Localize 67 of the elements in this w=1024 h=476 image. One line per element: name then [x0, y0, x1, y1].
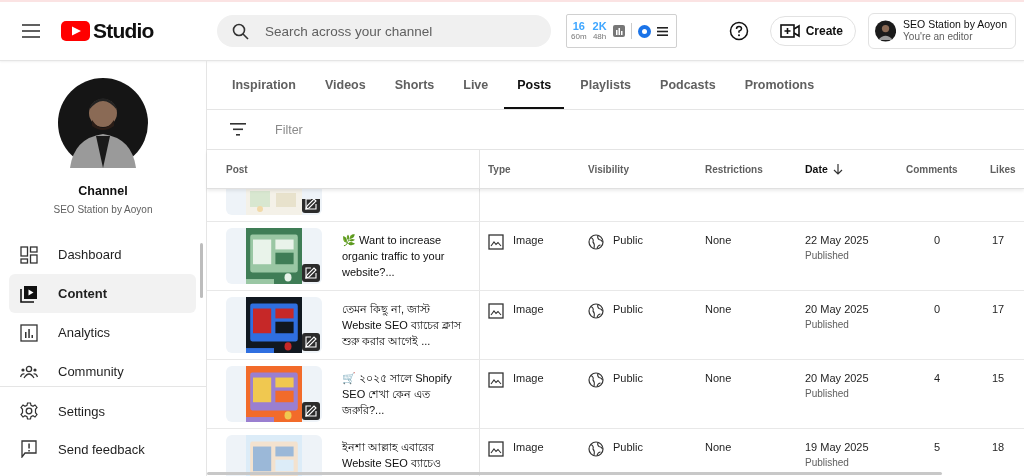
likes-count: 17 — [992, 303, 1005, 315]
status-text: Published — [805, 250, 849, 261]
tab[interactable]: Shorts — [381, 61, 448, 109]
search-field[interactable]: Search across your channel — [263, 22, 551, 40]
post-title[interactable]: তেমন কিছু না, জাস্ট Website SEO ব্যাচের ক্লাস শুরু করার আগেই ... — [342, 301, 468, 349]
account-card[interactable]: SEO Station by Aoyon You're an editor — [868, 13, 1016, 49]
restrictions-text: None — [705, 441, 732, 453]
nav-item[interactable]: Analytics — [9, 313, 196, 352]
status-text: Published — [805, 388, 849, 399]
nav-item[interactable]: Community — [9, 352, 196, 391]
stats-widget[interactable]: 16 60m 2K 48h — [566, 14, 677, 48]
nav-item[interactable]: Dashboard — [9, 235, 196, 274]
post-title[interactable]: 🌿 Want to increase organic traffic to your website?... — [342, 232, 468, 280]
visibility-text: Public — [613, 441, 643, 453]
tab[interactable]: Videos — [311, 61, 379, 109]
column-header[interactable]: Visibility — [588, 163, 629, 175]
column-header[interactable]: Type — [488, 163, 511, 175]
likes-count: 17 — [992, 234, 1005, 246]
tab[interactable]: Live — [450, 61, 502, 109]
column-header[interactable]: Post — [226, 163, 248, 175]
tab[interactable]: Promotions — [731, 61, 828, 109]
filter-field[interactable]: Filter — [273, 121, 477, 138]
date-text: 19 May 2025 — [805, 441, 869, 453]
stat-period: 48h — [592, 33, 607, 41]
post-title[interactable]: ইনশা আল্লাহ এবারের Website SEO ব্যাচেও — [342, 439, 468, 471]
tab[interactable]: Podcasts — [647, 61, 729, 109]
restrictions-text: None — [705, 372, 732, 384]
search-bar[interactable]: Search across your channel — [217, 15, 551, 47]
comments-count: 0 — [933, 234, 940, 246]
likes-count: 15 — [992, 372, 1005, 384]
comments-count: 5 — [933, 441, 940, 453]
visibility-text: Public — [613, 303, 643, 315]
account-name: SEO Station by Aoyon — [903, 18, 1007, 32]
stat-value: 16 — [572, 21, 585, 32]
date-text: 20 May 2025 — [805, 372, 869, 384]
type-text: Image — [513, 441, 544, 453]
stat-period: 60m — [571, 33, 587, 41]
date-text: 22 May 2025 — [805, 234, 869, 246]
nav-item[interactable]: Settings — [9, 392, 196, 430]
restrictions-text: None — [705, 303, 732, 315]
tab[interactable]: Inspiration — [219, 61, 309, 109]
comments-count: 4 — [933, 372, 940, 384]
likes-count: 18 — [992, 441, 1005, 453]
account-role: You're an editor — [903, 31, 974, 44]
comments-count: 0 — [933, 303, 940, 315]
column-header[interactable]: Date — [805, 163, 843, 175]
tab[interactable]: Posts — [504, 61, 565, 109]
column-header[interactable]: Likes — [990, 163, 1016, 175]
column-header[interactable]: Comments — [906, 163, 958, 175]
nav-item[interactable]: Content — [9, 274, 196, 313]
column-header[interactable]: Restrictions — [705, 163, 763, 175]
type-text: Image — [513, 372, 544, 384]
date-text: 20 May 2025 — [805, 303, 869, 315]
visibility-text: Public — [613, 234, 643, 246]
status-text: Published — [805, 457, 849, 468]
visibility-text: Public — [613, 372, 643, 384]
tab[interactable]: Playlists — [567, 61, 645, 109]
stat-value: 2K — [592, 21, 607, 32]
logo-text[interactable]: Studio — [93, 19, 154, 43]
nav-item[interactable]: Send feedback — [9, 430, 196, 468]
status-text: Published — [805, 319, 849, 330]
channel-label: Channel — [78, 184, 128, 198]
type-text: Image — [513, 234, 544, 246]
restrictions-text: None — [705, 234, 732, 246]
type-text: Image — [513, 303, 544, 315]
post-title[interactable]: 🛒 ২০২৫ সালে Shopify SEO শেখা কেন এত জরুরি?... — [342, 370, 468, 418]
channel-name: SEO Station by Aoyon — [53, 204, 153, 215]
